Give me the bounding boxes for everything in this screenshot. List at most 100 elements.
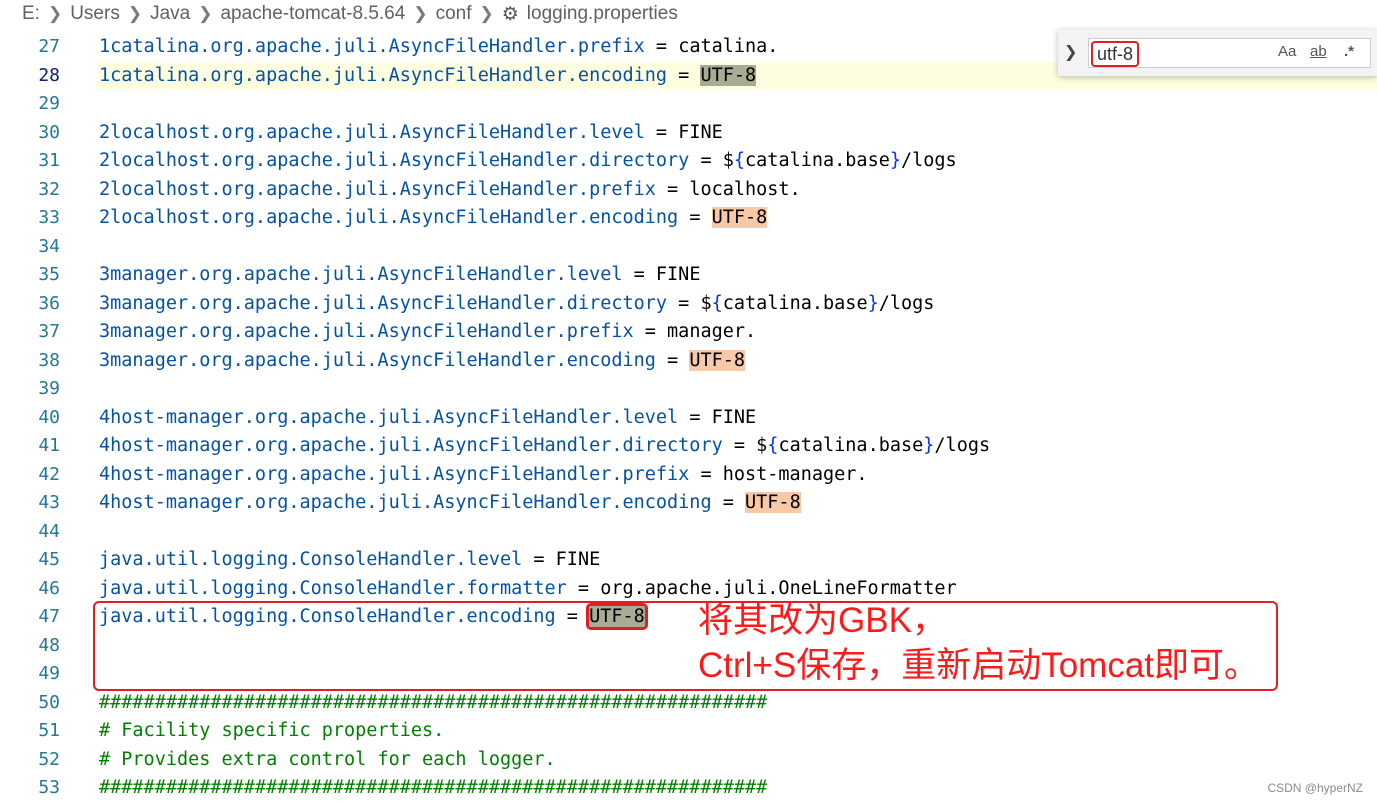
chevron-right-icon: ❯ xyxy=(47,4,63,23)
chevron-right-icon: ❯ xyxy=(479,4,494,23)
code-line[interactable]: 38 3manager.org.apache.juli.AsyncFileHand… xyxy=(0,347,1377,376)
breadcrumb-item[interactable]: E: xyxy=(22,3,40,25)
line-number: 47 xyxy=(38,606,60,627)
breadcrumb-item[interactable]: Users xyxy=(70,3,120,25)
property-key: 3manager.org.apache.juli.AsyncFileHandle… xyxy=(99,264,623,285)
match-whole-word-icon[interactable]: ab xyxy=(1310,43,1327,60)
regex-icon[interactable]: .* xyxy=(1344,43,1354,60)
watermark: CSDN @hyperNZ xyxy=(1267,781,1363,795)
property-value: ${catalina.base}/logs xyxy=(700,292,935,314)
code-text: 3manager.org.apache.juli.AsyncFileHandle… xyxy=(99,261,700,290)
breadcrumb-item[interactable]: logging.properties xyxy=(527,3,678,25)
code-line[interactable]: 40 4host-manager.org.apache.juli.AsyncFil… xyxy=(0,404,1377,433)
annotation-text: 将其改为GBK， Ctrl+S保存，重新启动Tomcat即可。 xyxy=(698,598,1259,688)
property-key: 3manager.org.apache.juli.AsyncFileHandle… xyxy=(99,349,656,371)
assign-operator: = xyxy=(689,150,723,171)
code-text: 2localhost.org.apache.juli.AsyncFileHand… xyxy=(99,176,801,205)
code-line[interactable]: 31 2localhost.org.apache.juli.AsyncFileHa… xyxy=(0,147,1377,176)
code-line[interactable]: 35 3manager.org.apache.juli.AsyncFileHand… xyxy=(0,261,1377,290)
find-input[interactable]: utf-8 xyxy=(1091,41,1140,67)
match-case-icon[interactable]: Aa xyxy=(1278,43,1296,60)
brace-char: { xyxy=(767,435,779,456)
code-line[interactable]: 36 3manager.org.apache.juli.AsyncFileHand… xyxy=(0,290,1377,319)
code-text: 4host-manager.org.apache.juli.AsyncFileH… xyxy=(99,432,990,461)
line-number: 36 xyxy=(38,292,60,314)
line-number: 32 xyxy=(38,178,60,200)
assign-operator: = xyxy=(644,36,679,57)
line-number: 50 xyxy=(38,691,60,713)
property-key: 4host-manager.org.apache.juli.AsyncFileH… xyxy=(99,463,690,485)
search-match: UTF-8 xyxy=(700,64,757,86)
code-line[interactable]: 53 ######################################… xyxy=(0,774,1377,803)
search-match: UTF-8 xyxy=(689,349,746,371)
code-line[interactable]: 30 2localhost.org.apache.juli.AsyncFileHa… xyxy=(0,119,1377,148)
code-line[interactable]: 51 # Facility specific properties. xyxy=(0,717,1377,746)
property-key: 4host-manager.org.apache.juli.AsyncFileH… xyxy=(99,406,679,428)
assign-operator: = xyxy=(667,64,701,86)
assign-operator: = xyxy=(633,321,668,342)
assign-operator: = xyxy=(667,292,701,314)
line-number: 53 xyxy=(38,777,60,798)
property-key: 2localhost.org.apache.juli.AsyncFileHand… xyxy=(99,207,679,228)
breadcrumb-item[interactable]: Java xyxy=(150,3,190,25)
code-line[interactable]: 52 # Provides extra control for each logg… xyxy=(0,746,1377,775)
code-text: ########################################… xyxy=(99,774,767,803)
brace-char: { xyxy=(733,150,746,171)
code-line[interactable]: 34 xyxy=(0,233,1377,262)
comment-text: ########################################… xyxy=(99,691,768,713)
line-number: 37 xyxy=(38,321,60,342)
assign-operator: = xyxy=(522,549,556,570)
code-line[interactable]: 32 2localhost.org.apache.juli.AsyncFileHa… xyxy=(0,176,1377,205)
brace-char: { xyxy=(711,292,723,314)
code-text: # Provides extra control for each logger… xyxy=(99,746,556,775)
property-value: catalina. xyxy=(678,36,779,57)
code-line[interactable]: 42 4host-manager.org.apache.juli.AsyncFil… xyxy=(0,461,1377,490)
property-value: ${catalina.base}/logs xyxy=(722,150,957,171)
assign-operator: = xyxy=(622,264,656,285)
property-key: 2localhost.org.apache.juli.AsyncFileHand… xyxy=(99,121,645,143)
code-line[interactable]: 50 ######################################… xyxy=(0,689,1377,718)
breadcrumb-item[interactable]: apache-tomcat-8.5.64 xyxy=(220,3,405,25)
code-text: 3manager.org.apache.juli.AsyncFileHandle… xyxy=(99,347,746,376)
gear-icon: ⚙ xyxy=(501,3,519,25)
line-number: 49 xyxy=(38,663,60,684)
property-key: java.util.logging.ConsoleHandler.level xyxy=(99,549,523,570)
code-line[interactable]: 29 xyxy=(0,90,1377,119)
assign-operator: = xyxy=(678,406,712,428)
property-key: java.util.logging.ConsoleHandler.formatt… xyxy=(99,577,567,599)
chevron-right-icon[interactable]: ❯ xyxy=(1064,42,1077,61)
assign-operator: = xyxy=(655,178,690,200)
line-number: 33 xyxy=(38,207,60,228)
code-text: 3manager.org.apache.juli.AsyncFileHandle… xyxy=(99,318,756,347)
property-value: FINE xyxy=(711,406,757,428)
property-value: ${catalina.base}/logs xyxy=(756,435,991,456)
line-number: 42 xyxy=(38,463,60,485)
annotation-line-1: 将其改为GBK， xyxy=(698,601,947,640)
code-line[interactable]: 33 2localhost.org.apache.juli.AsyncFileHa… xyxy=(0,204,1377,233)
property-key: 4host-manager.org.apache.juli.AsyncFileH… xyxy=(99,492,712,513)
line-number: 40 xyxy=(38,406,60,428)
assign-operator: = xyxy=(655,349,690,371)
code-text: 1catalina.org.apache.juli.AsyncFileHandl… xyxy=(99,62,757,91)
assign-operator: = xyxy=(678,207,712,228)
code-line[interactable]: 41 4host-manager.org.apache.juli.AsyncFil… xyxy=(0,432,1377,461)
code-text: 4host-manager.org.apache.juli.AsyncFileH… xyxy=(99,489,801,518)
line-number: 41 xyxy=(38,435,60,456)
code-line[interactable]: 43 4host-manager.org.apache.juli.AsyncFil… xyxy=(0,489,1377,518)
line-number: 27 xyxy=(38,36,60,57)
line-number: 43 xyxy=(38,492,60,513)
code-line[interactable]: 44 xyxy=(0,518,1377,547)
code-line[interactable]: 37 3manager.org.apache.juli.AsyncFileHand… xyxy=(0,318,1377,347)
property-value: localhost. xyxy=(689,178,801,200)
property-key: 2localhost.org.apache.juli.AsyncFileHand… xyxy=(99,178,656,200)
code-line[interactable]: 45 java.util.logging.ConsoleHandler.level… xyxy=(0,546,1377,575)
code-text: 2localhost.org.apache.juli.AsyncFileHand… xyxy=(99,147,957,176)
brace-char: } xyxy=(923,435,935,456)
line-number: 48 xyxy=(38,634,60,656)
breadcrumb-item[interactable]: conf xyxy=(436,3,472,25)
code-line[interactable]: 39 xyxy=(0,375,1377,404)
line-number: 34 xyxy=(38,235,60,257)
line-number: 28 xyxy=(38,64,60,86)
chevron-right-icon: ❯ xyxy=(413,4,428,23)
line-number: 51 xyxy=(38,720,60,741)
